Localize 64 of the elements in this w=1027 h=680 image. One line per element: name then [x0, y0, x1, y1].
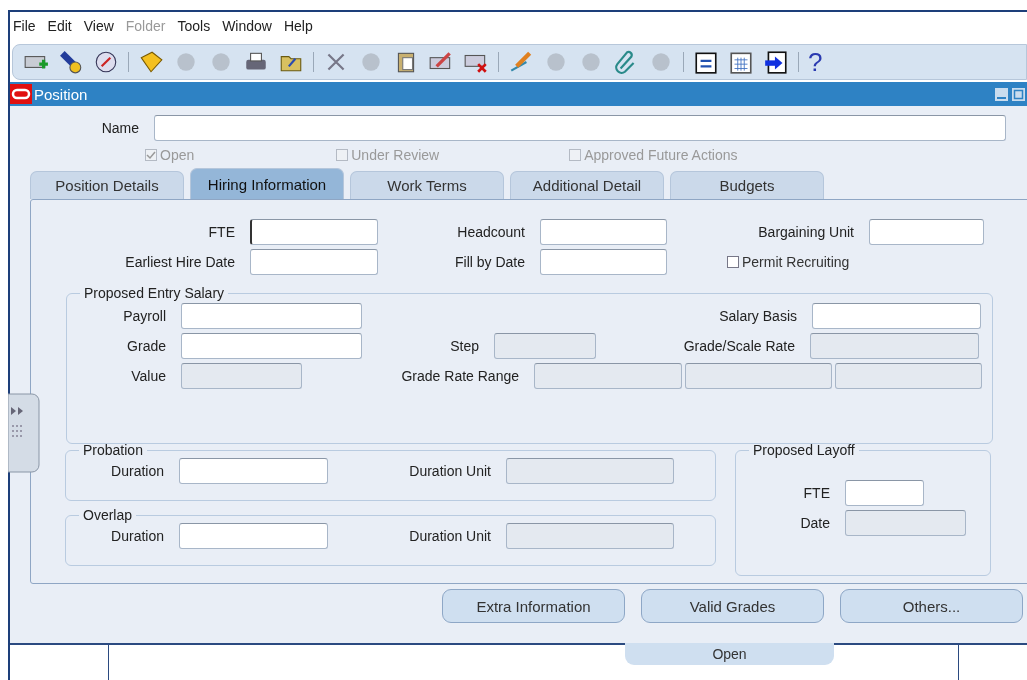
menu-item[interactable]: Window	[222, 18, 272, 36]
tab[interactable]: Additional Detail	[510, 171, 664, 199]
text-field[interactable]	[812, 303, 981, 329]
checkbox-label: Open	[160, 147, 195, 163]
action-button[interactable]: Extra Information	[442, 589, 625, 623]
text-field[interactable]	[250, 249, 378, 275]
flashlight-icon[interactable]	[58, 49, 84, 75]
text-field[interactable]	[540, 219, 667, 245]
group-title: Proposed Entry Salary	[83, 285, 226, 301]
minimize-icon[interactable]	[995, 87, 1008, 101]
text-field[interactable]	[179, 458, 328, 484]
tab[interactable]: Budgets	[670, 171, 824, 199]
group-title: Proposed Layoff	[752, 442, 856, 458]
field-label: Headcount	[456, 224, 525, 240]
field-label: Fill by Date	[453, 254, 525, 270]
field-label: Bargaining Unit	[757, 224, 854, 240]
field-label: Earliest Hire Date	[124, 254, 235, 270]
checkbox-label: Under Review	[351, 147, 440, 163]
text-field[interactable]	[154, 115, 1006, 141]
text-field[interactable]	[845, 480, 924, 506]
field-label: Step	[449, 338, 479, 354]
field-label: Grade Rate Range	[400, 368, 519, 384]
field-label: Salary Basis	[718, 308, 797, 324]
menu-item[interactable]: File	[13, 18, 36, 36]
compass-icon[interactable]	[93, 49, 119, 75]
menu-item[interactable]: Help	[283, 18, 313, 36]
window-title: Position	[34, 85, 88, 103]
field-label: Grade/Scale Rate	[682, 338, 795, 354]
field-label: Duration Unit	[408, 528, 491, 544]
field-label: Payroll	[122, 308, 166, 324]
action-button[interactable]: Others...	[840, 589, 1023, 623]
tab[interactable]: Position Details	[30, 171, 184, 199]
group-title: Probation	[82, 442, 144, 458]
text-field[interactable]	[181, 303, 362, 329]
field-label: Name	[100, 120, 139, 136]
text-field[interactable]	[250, 219, 378, 245]
menu-item[interactable]: Edit	[47, 18, 72, 36]
field-label: Date	[799, 515, 830, 531]
checkbox-label: Approved Future Actions	[584, 147, 738, 163]
group-title: Overlap	[82, 507, 134, 523]
tab[interactable]: Hiring Information	[190, 168, 344, 199]
field-label: Grade	[126, 338, 166, 354]
field-label: Duration	[110, 528, 164, 544]
menu-item[interactable]: Tools	[177, 18, 211, 36]
side-drawer-handle-icon[interactable]	[8, 393, 40, 473]
app-logo-icon	[10, 84, 32, 104]
action-button[interactable]: Valid Grades	[641, 589, 824, 623]
field-label: Duration Unit	[408, 463, 491, 479]
text-field[interactable]	[179, 523, 328, 549]
exit-icon[interactable]	[763, 49, 789, 75]
text-field[interactable]	[181, 333, 362, 359]
field-label: Value	[130, 368, 166, 384]
help-icon[interactable]: ?	[808, 49, 823, 75]
tab[interactable]: Work Terms	[350, 171, 504, 199]
maximize-icon[interactable]	[1012, 87, 1025, 101]
menu-item[interactable]: View	[83, 18, 114, 36]
field-label: Duration	[110, 463, 164, 479]
text-field[interactable]	[540, 249, 667, 275]
checkbox-label: Permit Recruiting	[742, 254, 850, 270]
text-field[interactable]	[869, 219, 984, 245]
field-label: FTE	[207, 224, 235, 240]
field-label: FTE	[802, 485, 830, 501]
checkbox[interactable]	[727, 256, 739, 268]
open-button[interactable]: Open	[625, 643, 834, 665]
